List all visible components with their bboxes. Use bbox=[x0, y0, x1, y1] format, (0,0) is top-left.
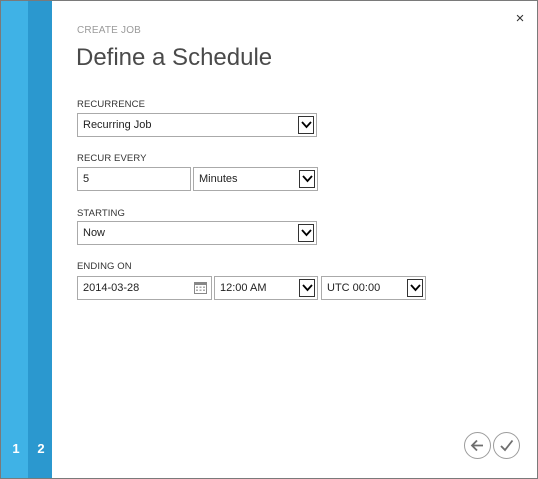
starting-value: Now bbox=[83, 227, 106, 239]
arrow-left-icon bbox=[470, 439, 483, 452]
close-icon: × bbox=[515, 10, 525, 27]
complete-button[interactable] bbox=[493, 432, 520, 459]
recurrence-value: Recurring Job bbox=[83, 119, 152, 131]
checkmark-icon bbox=[500, 439, 514, 452]
recur-every-amount-input[interactable]: 5 bbox=[77, 167, 191, 191]
recur-every-label: RECUR EVERY bbox=[77, 153, 147, 164]
starting-label: STARTING bbox=[77, 208, 125, 219]
ending-time-value: 12:00 AM bbox=[220, 282, 267, 294]
chevron-down-icon bbox=[298, 116, 314, 134]
step-rail-current bbox=[1, 1, 28, 478]
recur-every-unit-value: Minutes bbox=[199, 173, 238, 185]
dialog-eyebrow: CREATE JOB bbox=[77, 25, 142, 36]
recur-every-unit-select[interactable]: Minutes bbox=[193, 167, 318, 191]
ending-timezone-select[interactable]: UTC 00:00 bbox=[321, 276, 426, 300]
back-button[interactable] bbox=[464, 432, 491, 459]
recurrence-label: RECURRENCE bbox=[77, 99, 146, 110]
ending-date-value: 2014-03-28 bbox=[83, 282, 140, 294]
starting-select[interactable]: Now bbox=[77, 221, 317, 245]
step-rail-next bbox=[28, 1, 52, 478]
chevron-down-icon bbox=[298, 224, 314, 242]
ending-time-select[interactable]: 12:00 AM bbox=[214, 276, 318, 300]
step-1-indicator[interactable]: 1 bbox=[6, 441, 26, 456]
calendar-icon[interactable] bbox=[194, 281, 207, 294]
recur-every-amount-value: 5 bbox=[83, 173, 90, 185]
step-2-indicator[interactable]: 2 bbox=[31, 441, 51, 456]
recurrence-select[interactable]: Recurring Job bbox=[77, 113, 317, 137]
ending-timezone-value: UTC 00:00 bbox=[327, 282, 381, 294]
close-button[interactable]: × bbox=[513, 10, 527, 27]
chevron-down-icon bbox=[299, 279, 315, 297]
chevron-down-icon bbox=[299, 170, 315, 188]
page-title: Define a Schedule bbox=[76, 44, 273, 71]
ending-on-label: ENDING ON bbox=[77, 261, 132, 272]
chevron-down-icon bbox=[407, 279, 423, 297]
ending-date-input[interactable]: 2014-03-28 bbox=[77, 276, 212, 300]
create-job-dialog: 1 2 × CREATE JOB Define a Schedule RECUR… bbox=[0, 0, 538, 479]
